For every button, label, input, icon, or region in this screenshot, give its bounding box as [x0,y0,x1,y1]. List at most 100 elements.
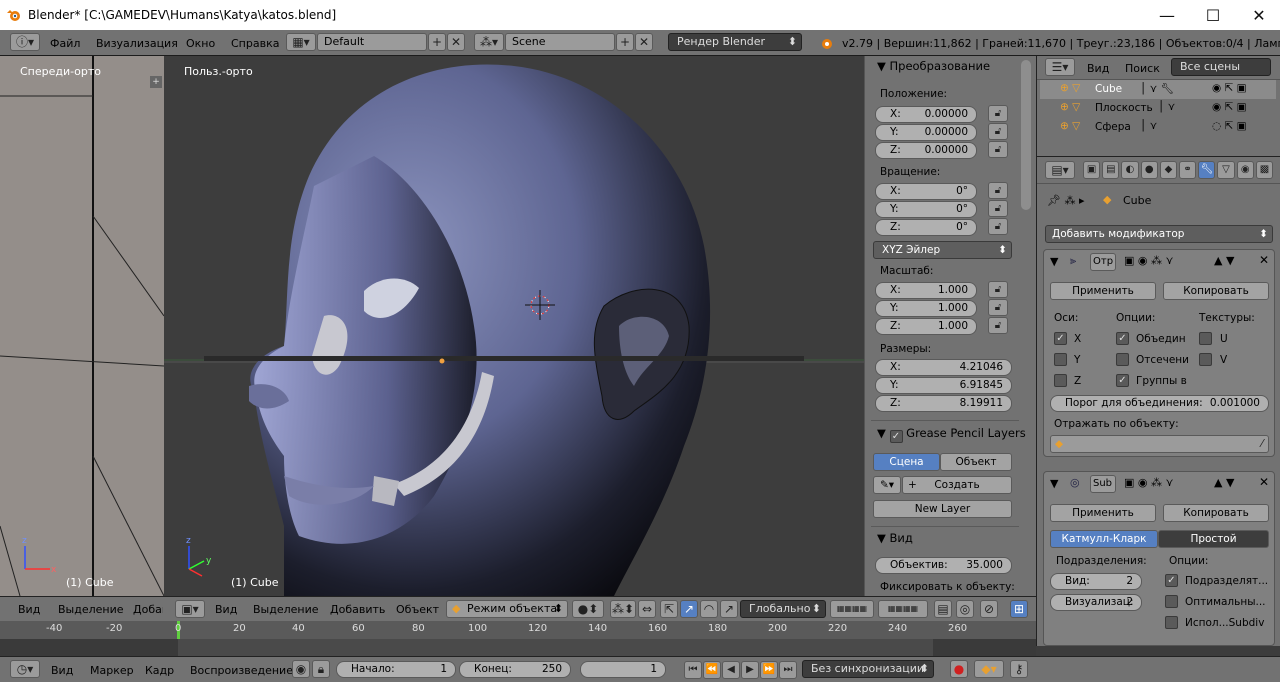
lock-icon[interactable]: 🔓︎ [988,281,1008,298]
tab-simple[interactable]: Простой [1158,530,1269,548]
scale-x-field[interactable]: X: 1.000 [875,282,977,299]
create-gpencil-button[interactable]: + Создать [902,476,1012,494]
view-levels-field[interactable]: Вид: 2 [1050,573,1142,590]
move-manipulator-icon[interactable]: ↗ [680,600,698,618]
tab-catmull-clark[interactable]: Катмулл-Кларк [1050,530,1158,548]
layout-remove-icon[interactable]: ✕ [447,33,465,51]
view-panel-header[interactable]: ▼ Вид [877,531,913,545]
keying-set-icon[interactable]: ◆▾ [974,660,1004,678]
lock-icon[interactable]: 🔓︎ [988,105,1008,122]
outliner-row[interactable]: ⊕ ▽ Сфера │ ⋎ ◌ ⇱ ▣ [1040,118,1276,137]
snap-element-icon[interactable]: ⊞ [1010,600,1028,618]
mode-select[interactable]: ◆ Режим объекта ⬍ [446,600,568,618]
location-x-field[interactable]: X: 0.00000 [875,106,977,123]
data-tab-icon[interactable]: ▽ [1217,161,1235,179]
menu-view[interactable]: Вид [215,603,237,616]
visibility-eye-icon[interactable]: ◌ ⇱ ▣ [1212,120,1247,132]
move-up-down-icon[interactable]: ▲ ▼ [1214,254,1234,267]
menu-add[interactable]: Добавить [330,603,385,616]
render-tab-icon[interactable]: ▣ [1083,161,1101,179]
scene-name-field[interactable]: Scene [505,33,615,51]
left-menu-select[interactable]: Выделение [58,603,124,616]
scene-browse-icon[interactable]: ⁂▾ [474,33,504,51]
collapse-arrow-icon[interactable]: ▼ [1050,255,1058,268]
constraints-tab-icon[interactable]: ⚭ [1179,161,1197,179]
remove-modifier-icon[interactable]: ✕ [1259,475,1269,489]
jump-end-icon[interactable]: ⏭ [779,661,797,679]
menu-object[interactable]: Объект [396,603,439,616]
timeline-menu-marker[interactable]: Маркер [90,664,134,677]
start-frame-field[interactable]: Начало: 1 [336,661,456,678]
scale-y-field[interactable]: Y: 1.000 [875,300,977,317]
dimension-x-field[interactable]: X: 4.21046 [875,359,1012,376]
collapse-arrow-icon[interactable]: ▼ [1050,477,1058,490]
apply-button[interactable]: Применить [1050,282,1156,300]
timeline-menu-frame[interactable]: Кадр [145,664,174,677]
grease-pencil-checkbox[interactable]: ✓ [889,430,903,443]
location-y-field[interactable]: Y: 0.00000 [875,124,977,141]
editor-type-timeline-icon[interactable]: ◷▾ [10,660,40,678]
texture-v-checkbox[interactable] [1199,353,1212,366]
maximize-button[interactable]: ☐ [1190,0,1236,30]
modifier-display-icons[interactable]: ▣ ◉ ⁂ ⋎ [1124,254,1174,267]
close-button[interactable]: ✕ [1236,0,1280,30]
grease-pencil-panel-header[interactable]: ▼ ✓ Grease Pencil Layers [877,426,1026,443]
outliner-row[interactable]: ⊕ ▽ Плоскость │ ⋎ ◉ ⇱ ▣ [1040,99,1276,118]
visibility-eye-icon[interactable]: ◉ ⇱ ▣ [1212,82,1247,94]
orientation-select[interactable]: Глобально ⬍ [740,600,826,618]
location-z-field[interactable]: Z: 0.00000 [875,142,977,159]
new-layer-button[interactable]: New Layer [873,500,1012,518]
scrollbar[interactable] [1021,60,1031,210]
transform-panel-header[interactable]: ▼ Преобразование [877,59,990,73]
scale-manipulator-icon[interactable]: ↗ [720,600,738,618]
modifier-display-icons[interactable]: ▣ ◉ ⁂ ⋎ [1124,476,1174,489]
tab-object[interactable]: Объект [940,453,1012,471]
layers-grid-icon[interactable]: ▦▦▦▦ [878,600,928,618]
optimal-display-checkbox[interactable] [1165,595,1178,608]
timeline-area[interactable]: -40 -20 0 20 40 60 80 100 120 140 160 18… [0,621,1036,656]
menu-file[interactable]: Файл [50,37,80,50]
object-tab-icon[interactable]: ◆ [1159,161,1178,179]
move-up-down-icon[interactable]: ▲ ▼ [1214,476,1234,489]
axis-z-checkbox[interactable] [1054,374,1067,387]
outliner-filter-select[interactable]: Все сцены [1171,58,1271,76]
visibility-eye-icon[interactable]: ◉ ⇱ ▣ [1212,101,1247,113]
scale-z-field[interactable]: Z: 1.000 [875,318,977,335]
region-toggle-icon[interactable]: + [150,76,162,88]
rotation-y-field[interactable]: Y: 0° [875,201,977,218]
minimize-button[interactable]: — [1144,0,1190,30]
left-menu-add[interactable]: Добав [133,603,163,616]
use-opensubdiv-checkbox[interactable] [1165,616,1178,629]
record-icon[interactable]: ● [950,660,968,678]
axis-x-checkbox[interactable]: ✓ [1054,332,1067,345]
next-keyframe-icon[interactable]: ⏩ [760,661,778,679]
lock-icon[interactable]: 🔓︎ [988,218,1008,235]
keying-icon[interactable]: ◉ [292,660,310,678]
lock-icon[interactable]: 🔓︎ [988,141,1008,158]
rotation-z-field[interactable]: Z: 0° [875,219,977,236]
lock-icon[interactable]: 🔓︎ [988,182,1008,199]
editor-type-info-icon[interactable]: ⓘ▾ [10,33,40,51]
proportional-edit-icon[interactable]: ◎ [956,600,974,618]
lock-icon[interactable]: 🔓︎ [988,317,1008,334]
layout-add-icon[interactable]: + [428,33,446,51]
merge-threshold-field[interactable]: Порог для объединения: 0.001000 [1050,395,1269,412]
play-reverse-icon[interactable]: ◀ [722,661,740,679]
subdivide-uvs-checkbox[interactable]: ✓ [1165,574,1178,587]
lock-icon[interactable]: 🔓︎ [988,299,1008,316]
layout-browse-icon[interactable]: ▦▾ [286,33,316,51]
modifier-name-field[interactable]: Sub [1090,475,1116,493]
layout-name-field[interactable]: Default [317,33,427,51]
merge-checkbox[interactable]: ✓ [1116,332,1129,345]
lock-layer-icon[interactable]: ▤ [934,600,952,618]
vertex-groups-checkbox[interactable]: ✓ [1116,374,1129,387]
menu-window[interactable]: Окно [186,37,215,50]
lens-field[interactable]: Объектив: 35.000 [875,557,1012,574]
material-tab-icon[interactable]: ◉ [1236,161,1254,179]
axis-y-checkbox[interactable] [1054,353,1067,366]
apply-button[interactable]: Применить [1050,504,1156,522]
remove-modifier-icon[interactable]: ✕ [1259,253,1269,267]
tab-scene[interactable]: Сцена [873,453,940,471]
layers-tab-icon[interactable]: ▤ [1102,161,1120,179]
add-modifier-select[interactable]: Добавить модификатор ⬍ [1045,225,1273,243]
